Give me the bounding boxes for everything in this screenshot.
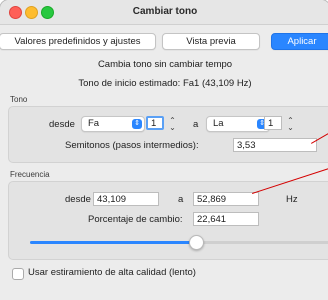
- semitones-label: Semitonos (pasos intermedios):: [65, 140, 199, 151]
- slider-fill: [30, 241, 195, 244]
- from-note-value: Fa: [88, 118, 100, 129]
- to-octave-field[interactable]: 1: [264, 116, 282, 130]
- to-note-select[interactable]: La ⇕: [206, 116, 270, 132]
- semitones-field[interactable]: 3,53: [233, 138, 317, 152]
- from-octave-stepper[interactable]: ⌃ ⌄: [168, 117, 177, 132]
- frequency-group: desde 43,109 a 52,869 Hz Porcentaje de c…: [8, 181, 328, 260]
- high-quality-label: Usar estiramiento de alta calidad (lento…: [28, 267, 196, 278]
- frequency-from-label: desde: [65, 194, 91, 205]
- tone-group: desde Fa ⇕ 1 ⌃ ⌄ a La ⇕ 1 ⌃ ⌄ Semitonos (p…: [8, 106, 328, 163]
- percent-change-label: Porcentaje de cambio:: [88, 214, 183, 225]
- to-note-value: La: [213, 118, 224, 129]
- tone-group-label: Tono: [10, 95, 28, 104]
- window-title: Cambiar tono: [132, 6, 198, 17]
- from-note-select[interactable]: Fa ⇕: [81, 116, 145, 132]
- change-pitch-dialog: Cambiar tono Valores predefinidos y ajus…: [0, 0, 328, 300]
- apply-button[interactable]: Aplicar: [271, 33, 328, 50]
- frequency-unit-label: Hz: [286, 194, 298, 205]
- frequency-to-label: a: [178, 194, 184, 205]
- percent-change-slider[interactable]: [30, 241, 328, 244]
- frequency-group-label: Frecuencia: [10, 170, 50, 179]
- to-octave-stepper[interactable]: ⌃ ⌄: [286, 117, 295, 132]
- from-octave-field[interactable]: 1: [146, 116, 164, 130]
- frequency-to-field[interactable]: 52,869: [193, 192, 259, 206]
- start-tone-label: Tono de inicio estimado: Fa1 (43,109 Hz): [78, 78, 252, 89]
- tone-from-label: desde: [49, 119, 75, 130]
- presets-button[interactable]: Valores predefinidos y ajustes: [0, 33, 156, 50]
- preview-button[interactable]: Vista previa: [162, 33, 260, 50]
- percent-change-field[interactable]: 22,641: [193, 212, 259, 226]
- dialog-subtitle: Cambia tono sin cambiar tempo: [97, 59, 233, 70]
- slider-knob[interactable]: [189, 235, 204, 250]
- tone-to-label: a: [193, 119, 199, 130]
- frequency-from-field[interactable]: 43,109: [93, 192, 159, 206]
- title-bar[interactable]: Cambiar tono: [0, 0, 328, 25]
- high-quality-checkbox[interactable]: [12, 268, 24, 280]
- chevron-updown-icon: ⇕: [132, 119, 142, 129]
